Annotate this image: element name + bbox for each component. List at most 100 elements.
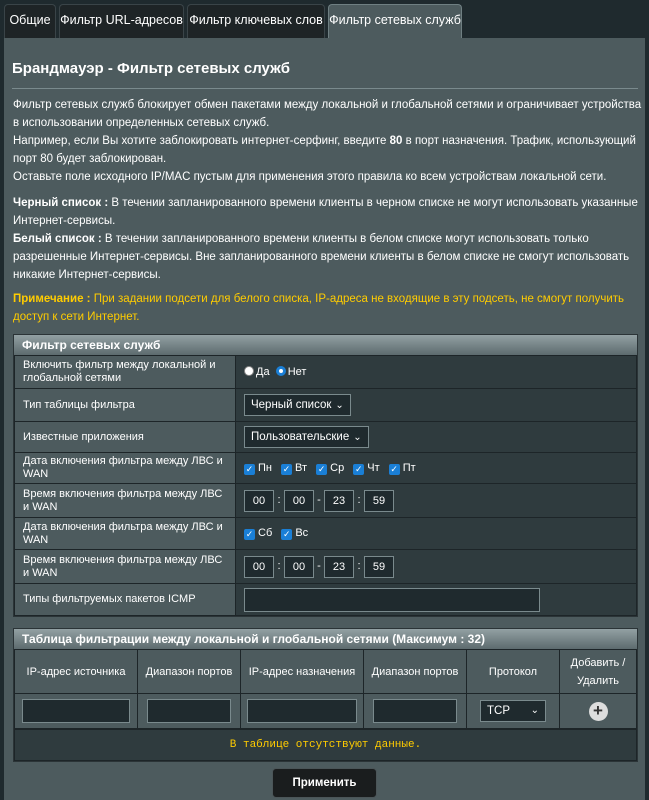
dest-ip-cell xyxy=(240,693,364,729)
time2-start-minute[interactable]: 00 xyxy=(284,555,314,578)
dest-ip-input[interactable] xyxy=(247,699,357,723)
time-range-dash: - xyxy=(317,560,321,573)
checkbox-checked-icon[interactable]: ✓ xyxy=(353,463,365,475)
day-sat[interactable]: ✓ Сб xyxy=(244,527,272,540)
desc-source-note: Оставьте поле исходного IP/MAC пустым дл… xyxy=(13,171,607,183)
checkbox-checked-icon[interactable]: ✓ xyxy=(316,463,328,475)
day-label: Чт xyxy=(367,461,380,474)
enable-options: Да Нет xyxy=(235,355,637,389)
chevron-down-icon: ⌄ xyxy=(335,400,344,411)
col-source-ports: Диапазон портов xyxy=(137,649,241,694)
title-divider xyxy=(12,88,638,89)
table-type-cell: Черный список ⌄ xyxy=(235,388,637,422)
add-plus-icon[interactable]: + xyxy=(588,701,608,721)
tab-general[interactable]: Общие xyxy=(4,4,56,38)
tab-keyword-filter[interactable]: Фильтр ключевых слов xyxy=(187,4,325,38)
apps-cell: Пользовательские ⌄ xyxy=(235,421,637,453)
apps-label: Известные приложения xyxy=(14,421,236,453)
row-enable: Включить фильтр между локальной и глобал… xyxy=(14,355,637,389)
note: Примечание : При задании подсети для бел… xyxy=(13,290,643,326)
chevron-down-icon: ⌄ xyxy=(353,432,362,443)
tab-network-services-filter[interactable]: Фильтр сетевых служб xyxy=(328,4,462,38)
time1-end-minute[interactable]: 59 xyxy=(364,489,394,512)
radio-no[interactable] xyxy=(275,366,286,376)
rules-section: Таблица фильтрации между локальной и гло… xyxy=(13,628,638,762)
desc-example-a: Например, если Вы хотите заблокировать и… xyxy=(13,135,390,147)
checkbox-checked-icon[interactable]: ✓ xyxy=(244,529,255,540)
tab-url-filter[interactable]: Фильтр URL-адресов xyxy=(59,4,184,38)
col-dest-ports: Диапазон портов xyxy=(363,649,467,694)
time-separator: : xyxy=(277,494,281,507)
rules-section-header: Таблица фильтрации между локальной и гло… xyxy=(14,629,637,649)
day-label: Пт xyxy=(402,461,416,474)
row-date1: Дата включения фильтра между ЛВС и WAN ✓… xyxy=(14,452,637,484)
dest-ports-cell xyxy=(363,693,467,729)
source-ports-cell xyxy=(137,693,241,729)
checkbox-checked-icon[interactable]: ✓ xyxy=(244,463,255,475)
radio-yes[interactable] xyxy=(244,366,254,376)
apps-select[interactable]: Пользовательские ⌄ xyxy=(244,426,369,448)
whitelist-label: Белый список : xyxy=(13,233,102,245)
day-sun[interactable]: ✓ Вс xyxy=(281,527,308,540)
time2-end-hour[interactable]: 23 xyxy=(324,555,354,578)
checkbox-checked-icon[interactable]: ✓ xyxy=(281,529,293,540)
desc-example-port: 80 xyxy=(389,135,403,147)
tab-bar: Общие Фильтр URL-адресов Фильтр ключевых… xyxy=(0,0,649,38)
day-tue[interactable]: ✓ Вт xyxy=(281,462,307,475)
table-type-value: Черный список xyxy=(251,399,332,411)
page-title: Брандмауэр - Фильтр сетевых служб xyxy=(12,60,290,77)
col-add-delete: Добавить / Удалить xyxy=(559,649,637,694)
filter-section: Фильтр сетевых служб Включить фильтр меж… xyxy=(13,334,638,617)
col-protocol: Протокол xyxy=(466,649,560,694)
col-dest-ip: IP-адрес назначения xyxy=(240,649,364,694)
table-type-select[interactable]: Черный список ⌄ xyxy=(244,394,351,416)
protocol-select[interactable]: TCP ⌄ xyxy=(480,700,546,722)
time2-start-hour[interactable]: 00 xyxy=(244,555,274,578)
empty-table-message: В таблице отсутствуют данные. xyxy=(14,729,637,761)
day-label: Вт xyxy=(295,461,308,474)
content-panel: Брандмауэр - Фильтр сетевых служб Фильтр… xyxy=(4,38,645,800)
time1-end-hour[interactable]: 23 xyxy=(324,489,354,512)
time-separator: : xyxy=(357,494,361,507)
note-text: При задании подсети для белого списка, I… xyxy=(13,293,624,323)
time1-fields: 00:00-23:59 xyxy=(235,483,637,518)
date2-label: Дата включения фильтра между ЛВС и WAN xyxy=(14,517,236,550)
day-mon[interactable]: ✓ Пн xyxy=(244,462,272,475)
apply-button[interactable]: Применить xyxy=(272,768,377,798)
enable-no-option[interactable]: Нет xyxy=(275,366,306,378)
source-ports-input[interactable] xyxy=(147,699,231,723)
day-label: Ср xyxy=(330,461,345,474)
dest-ports-input[interactable] xyxy=(373,699,457,723)
row-icmp: Типы фильтруемых пакетов ICMP xyxy=(14,583,637,616)
icmp-input[interactable] xyxy=(244,587,540,612)
checkbox-checked-icon[interactable]: ✓ xyxy=(281,463,293,475)
source-ip-input[interactable] xyxy=(22,699,130,723)
time2-fields: 00:00-23:59 xyxy=(235,549,637,584)
chevron-down-icon: ⌄ xyxy=(530,705,539,716)
day-label: Сб xyxy=(258,527,273,539)
protocol-cell: TCP ⌄ xyxy=(466,693,560,729)
description: Фильтр сетевых служб блокирует обмен пак… xyxy=(13,96,643,186)
day-fri[interactable]: ✓ Пт xyxy=(388,461,416,475)
time-separator: : xyxy=(357,560,361,573)
col-source-ip: IP-адрес источника xyxy=(14,649,138,694)
rules-input-row: TCP ⌄ + xyxy=(14,693,637,729)
time2-end-minute[interactable]: 59 xyxy=(364,555,394,578)
note-label: Примечание : xyxy=(13,293,91,305)
day-thu[interactable]: ✓ Чт xyxy=(353,461,380,475)
time1-start-minute[interactable]: 00 xyxy=(284,489,314,512)
checkbox-checked-icon[interactable]: ✓ xyxy=(388,463,400,475)
desc-intro: Фильтр сетевых служб блокирует обмен пак… xyxy=(13,99,642,129)
whitelist-text: В течении запланированного времени клиен… xyxy=(13,233,630,281)
row-date2: Дата включения фильтра между ЛВС и WAN ✓… xyxy=(14,517,637,550)
rules-table: IP-адрес источника Диапазон портов IP-ад… xyxy=(14,649,637,729)
enable-yes-option[interactable]: Да xyxy=(244,366,270,378)
day-wed[interactable]: ✓ Ср xyxy=(316,462,344,475)
date2-days: ✓ Сб ✓ Вс xyxy=(235,517,637,550)
time1-start-hour[interactable]: 00 xyxy=(244,489,274,512)
date1-label: Дата включения фильтра между ЛВС и WAN xyxy=(14,452,236,484)
day-label: Вс xyxy=(295,527,309,539)
row-apps: Известные приложения Пользовательские ⌄ xyxy=(14,421,637,453)
row-time1: Время включения фильтра между ЛВС и WAN … xyxy=(14,483,637,518)
blacklist-label: Черный список : xyxy=(13,197,109,209)
